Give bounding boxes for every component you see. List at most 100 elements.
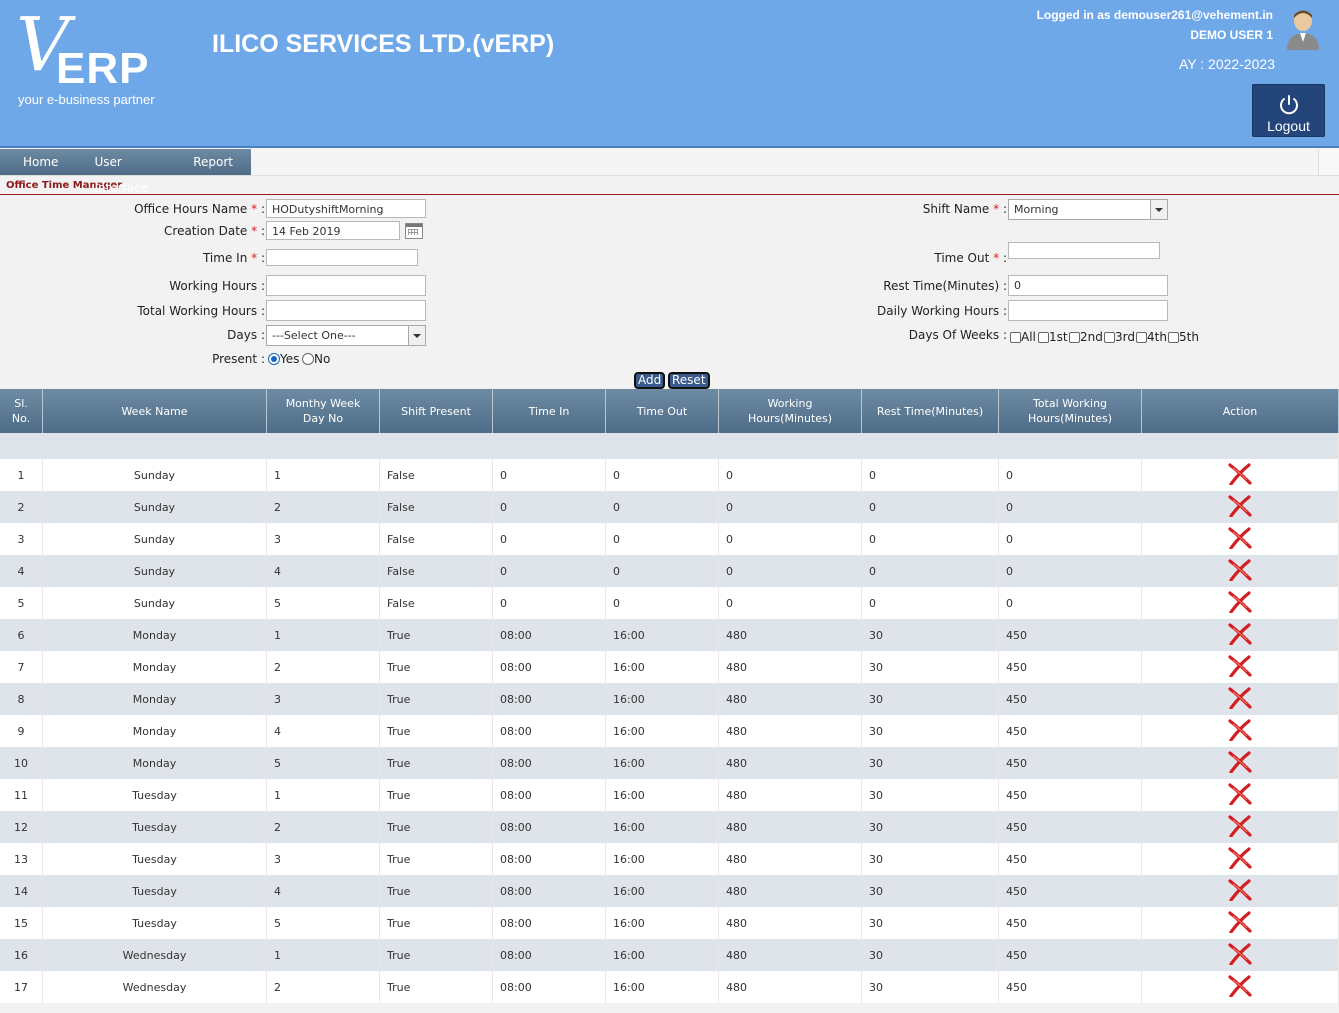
shift-name-label: Shift Name * :: [922, 202, 1007, 216]
table-cell: 450: [998, 715, 1142, 747]
table-cell: 0: [605, 555, 719, 587]
delete-x-icon[interactable]: [1227, 622, 1253, 646]
delete-x-icon[interactable]: [1227, 654, 1253, 678]
table-cell: False: [379, 587, 493, 619]
table-cell: 30: [861, 971, 999, 1003]
table-cell: 08:00: [492, 747, 606, 779]
delete-x-icon[interactable]: [1227, 558, 1253, 582]
time-out-input[interactable]: [1008, 242, 1160, 259]
delete-x-icon[interactable]: [1227, 494, 1253, 518]
action-cell: [1141, 587, 1339, 619]
delete-x-icon[interactable]: [1227, 686, 1253, 710]
table-cell: 480: [718, 779, 862, 811]
action-cell: [1141, 555, 1339, 587]
reset-button[interactable]: Reset: [668, 372, 710, 389]
delete-x-icon[interactable]: [1227, 782, 1253, 806]
add-button[interactable]: Add: [634, 372, 666, 389]
table-cell: 480: [718, 651, 862, 683]
table-cell: True: [379, 875, 493, 907]
table-cell: 0: [718, 587, 862, 619]
table-row: 1 Sunday 1 False 0 0 0 0 0: [0, 459, 1339, 491]
calendar-icon[interactable]: [405, 223, 423, 239]
table-cell: Monday: [42, 747, 267, 779]
rest-time-input[interactable]: 0: [1008, 275, 1168, 296]
table-cell: Sunday: [42, 459, 267, 491]
delete-x-icon[interactable]: [1227, 846, 1253, 870]
table-cell: 1: [0, 459, 43, 491]
present-yes-option[interactable]: Yes: [268, 352, 299, 366]
table-cell: 0: [861, 459, 999, 491]
logout-button[interactable]: Logout: [1252, 84, 1325, 137]
delete-x-icon[interactable]: [1227, 942, 1253, 966]
dow-3rd-checkbox[interactable]: 3rd: [1104, 330, 1135, 344]
table-cell: True: [379, 939, 493, 971]
shift-name-select[interactable]: Morning: [1008, 199, 1168, 220]
dow-2nd-checkbox[interactable]: 2nd: [1069, 330, 1103, 344]
working-hours-input[interactable]: [266, 275, 426, 296]
table-cell: True: [379, 907, 493, 939]
daily-working-hours-input[interactable]: [1008, 300, 1168, 321]
table-row: 17 Wednesday 2 True 08:00 16:00 480 30 450: [0, 971, 1339, 1003]
days-select[interactable]: ---Select One---: [266, 325, 426, 346]
table-cell: Monday: [42, 651, 267, 683]
nav-home[interactable]: Home: [0, 149, 76, 175]
delete-x-icon[interactable]: [1227, 910, 1253, 934]
delete-x-icon[interactable]: [1227, 526, 1253, 550]
table-cell: False: [379, 523, 493, 555]
table-cell: 0: [861, 587, 999, 619]
table-cell: 3: [266, 843, 380, 875]
table-cell: Sunday: [42, 555, 267, 587]
table-row: 9 Monday 4 True 08:00 16:00 480 30 450: [0, 715, 1339, 747]
creation-date-input[interactable]: 14 Feb 2019: [266, 221, 400, 240]
delete-x-icon[interactable]: [1227, 974, 1253, 998]
table-cell: 1: [266, 619, 380, 651]
dow-5th-checkbox[interactable]: 5th: [1168, 330, 1199, 344]
office-hours-name-input[interactable]: HODutyshiftMorning: [266, 199, 426, 218]
time-in-input[interactable]: [266, 249, 418, 266]
nav-report[interactable]: Report: [175, 149, 251, 175]
table-cell: 30: [861, 747, 999, 779]
table-cell: 1: [266, 779, 380, 811]
table-row: 5 Sunday 5 False 0 0 0 0 0: [0, 587, 1339, 619]
col-total-working-hours: Total Working Hours(Minutes): [998, 389, 1142, 433]
table-cell: 0: [492, 523, 606, 555]
table-cell: 450: [998, 971, 1142, 1003]
table-cell: 3: [266, 523, 380, 555]
dow-1st-checkbox[interactable]: 1st: [1038, 330, 1068, 344]
present-yes-radio[interactable]: [268, 353, 280, 365]
table-cell: 1: [266, 939, 380, 971]
present-no-radio[interactable]: [302, 353, 314, 365]
table-row: 8 Monday 3 True 08:00 16:00 480 30 450: [0, 683, 1339, 715]
delete-x-icon[interactable]: [1227, 814, 1253, 838]
table-cell: 16:00: [605, 715, 719, 747]
delete-x-icon[interactable]: [1227, 878, 1253, 902]
time-out-label: Time Out * :: [934, 251, 1007, 265]
table-cell: Monday: [42, 619, 267, 651]
present-no-option[interactable]: No: [302, 352, 330, 366]
table-cell: 5: [266, 587, 380, 619]
table-cell: 0: [861, 491, 999, 523]
table-cell: False: [379, 459, 493, 491]
delete-x-icon[interactable]: [1227, 462, 1253, 486]
dow-all-checkbox[interactable]: All: [1010, 330, 1036, 344]
table-cell: 4: [266, 715, 380, 747]
nav-user-interface[interactable]: User Interface: [76, 149, 175, 195]
table-cell: 30: [861, 619, 999, 651]
table-cell: 450: [998, 747, 1142, 779]
action-cell: [1141, 619, 1339, 651]
col-time-in: Time In: [492, 389, 606, 433]
delete-x-icon[interactable]: [1227, 750, 1253, 774]
days-of-weeks-label: Days Of Weeks :: [908, 328, 1007, 342]
dow-4th-checkbox[interactable]: 4th: [1136, 330, 1167, 344]
total-working-hours-input[interactable]: [266, 300, 426, 321]
table-row: 11 Tuesday 1 True 08:00 16:00 480 30 450: [0, 779, 1339, 811]
table-cell: 0: [605, 491, 719, 523]
action-cell: [1141, 523, 1339, 555]
table-cell: 3: [0, 523, 43, 555]
table-cell: 450: [998, 875, 1142, 907]
delete-x-icon[interactable]: [1227, 718, 1253, 742]
action-cell: [1141, 811, 1339, 843]
delete-x-icon[interactable]: [1227, 590, 1253, 614]
table-cell: 16:00: [605, 779, 719, 811]
table-cell: False: [379, 491, 493, 523]
